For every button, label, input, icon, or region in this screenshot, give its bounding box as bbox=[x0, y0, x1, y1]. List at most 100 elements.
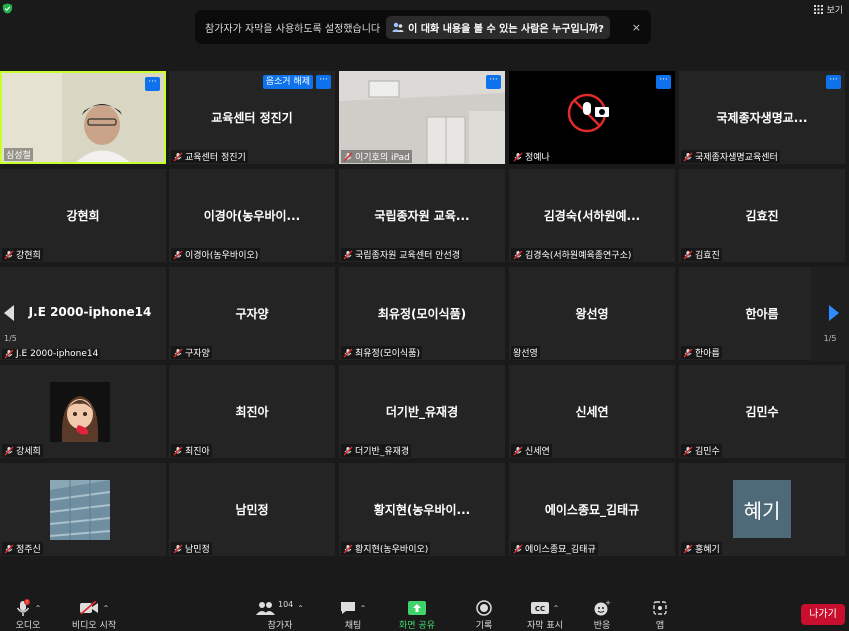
participant-display-name: 최유정(모이식품) bbox=[377, 307, 467, 321]
avatar-image bbox=[50, 382, 110, 442]
participant-display-name: 국제종자생명교... bbox=[716, 111, 808, 125]
participant-tile-video[interactable]: ··· 심성철 bbox=[0, 71, 166, 164]
participant-tile[interactable]: 김경숙(서하원예... 김경숙(서하원예육종연구소) bbox=[509, 169, 675, 262]
participants-button[interactable]: 104 ⌃ 참가자 bbox=[250, 598, 310, 631]
participant-display-name: 교육센터 정진기 bbox=[211, 111, 293, 125]
participant-display-name: 구자양 bbox=[235, 307, 269, 321]
caret-up-icon[interactable]: ⌃ bbox=[360, 604, 367, 613]
participant-name: 왕선영 bbox=[513, 349, 538, 359]
mic-icon: ! bbox=[16, 599, 30, 616]
start-video-button[interactable]: ⌃ 비디오 시작 bbox=[66, 598, 122, 631]
participant-display-name: 신세연 bbox=[575, 405, 609, 419]
people-icon bbox=[392, 22, 404, 32]
participant-name-label: 이기호의 iPad bbox=[341, 150, 412, 163]
shield-icon[interactable] bbox=[2, 3, 13, 14]
top-bar: 보기 참가자가 자막을 사용하도록 설정했습니다 이 대화 내용을 볼 수 있는… bbox=[0, 0, 849, 60]
participant-name-label: 교육센터 정진기 bbox=[171, 150, 248, 163]
mic-muted-icon bbox=[343, 446, 353, 455]
participant-display-name: 강현희 bbox=[66, 209, 100, 223]
record-icon bbox=[476, 600, 492, 616]
caret-up-icon[interactable]: ⌃ bbox=[103, 604, 110, 613]
more-options-button[interactable]: ··· bbox=[656, 75, 671, 89]
participant-tile[interactable]: 국립종자원 교육... 국립종자원 교육센터 안선경 bbox=[339, 169, 505, 262]
apps-button[interactable]: 앱 bbox=[648, 598, 672, 631]
participant-name-label: 왕선영 bbox=[511, 346, 540, 359]
unmute-button[interactable]: 음소거 해제 bbox=[262, 75, 313, 89]
participant-tile[interactable]: 강세희 bbox=[0, 365, 166, 458]
view-label: 보기 bbox=[826, 6, 843, 16]
participant-name-label: 더기반_유재경 bbox=[341, 444, 412, 457]
leave-button[interactable]: 나가기 bbox=[801, 604, 845, 625]
mic-muted-icon bbox=[343, 348, 353, 357]
mic-muted-icon bbox=[173, 544, 183, 553]
participant-tile[interactable]: 혜기 홍혜기 bbox=[679, 463, 845, 556]
avatar-initials-text: 혜기 bbox=[743, 498, 781, 523]
mic-muted-icon bbox=[513, 250, 523, 259]
record-button[interactable]: 기록 bbox=[466, 598, 502, 631]
participant-tile[interactable]: ··· 정예나 bbox=[509, 71, 675, 164]
participant-tile[interactable]: 최진아 최진아 bbox=[169, 365, 335, 458]
participant-tile[interactable]: 구자양 구자양 bbox=[169, 267, 335, 360]
more-options-button[interactable]: ··· bbox=[486, 75, 501, 89]
mic-muted-icon bbox=[173, 250, 183, 259]
audio-label: 오디오 bbox=[15, 621, 41, 631]
mic-muted-icon bbox=[4, 250, 14, 259]
participant-name-label: 김민수 bbox=[681, 444, 722, 457]
participant-tile[interactable]: 김민수 김민수 bbox=[679, 365, 845, 458]
caption-notice-banner: 참가자가 자막을 사용하도록 설정했습니다 이 대화 내용을 볼 수 있는 사람… bbox=[195, 10, 651, 44]
participant-tile[interactable]: 왕선영 왕선영 bbox=[509, 267, 675, 360]
participant-tile[interactable]: 에이스종묘_김태규 에이스종묘_김태규 bbox=[509, 463, 675, 556]
participant-name: 김효진 bbox=[695, 251, 720, 261]
prev-page-button[interactable]: 1/5 bbox=[0, 267, 38, 361]
reactions-button[interactable]: + 반응 bbox=[588, 598, 616, 631]
participant-tile[interactable]: 음소거 해제 ··· 교육센터 정진기 교육센터 정진기 bbox=[169, 71, 335, 164]
participant-name: 김민수 bbox=[695, 447, 720, 457]
close-banner-button[interactable]: × bbox=[632, 21, 641, 34]
audio-button[interactable]: ! ⌃ 오디오 bbox=[8, 598, 48, 631]
participant-tile[interactable]: 최유정(모이식품) 최유정(모이식품) bbox=[339, 267, 505, 360]
participant-tile-video[interactable]: ··· 이기호의 iPad bbox=[339, 71, 505, 164]
reaction-smiley-icon: + bbox=[594, 600, 611, 616]
participant-display-name: 김경숙(서하원예... bbox=[543, 209, 641, 223]
svg-text:CC: CC bbox=[535, 605, 545, 613]
participant-name: 정주신 bbox=[16, 545, 41, 555]
mic-muted-icon bbox=[683, 152, 693, 161]
chat-button[interactable]: ⌃ 채팅 bbox=[333, 598, 373, 631]
chevron-right-icon bbox=[829, 305, 839, 321]
participant-name-label: 강세희 bbox=[2, 444, 43, 457]
participant-name: 신세연 bbox=[525, 447, 550, 457]
participant-tile[interactable]: 신세연 신세연 bbox=[509, 365, 675, 458]
share-screen-button[interactable]: 화면 공유 bbox=[394, 598, 440, 631]
more-options-button[interactable]: ··· bbox=[316, 75, 331, 89]
caret-up-icon[interactable]: ⌃ bbox=[297, 604, 304, 613]
participant-name-label: 정예나 bbox=[511, 150, 552, 163]
participant-tile[interactable]: 정주신 bbox=[0, 463, 166, 556]
mic-muted-icon bbox=[513, 544, 523, 553]
participant-tile[interactable]: 더기반_유재경 더기반_유재경 bbox=[339, 365, 505, 458]
participant-tile[interactable]: ··· 국제종자생명교... 국제종자생명교육센터 bbox=[679, 71, 845, 164]
mic-muted-icon bbox=[4, 446, 14, 455]
participant-tile[interactable]: 김효진 김효진 bbox=[679, 169, 845, 262]
chat-label: 채팅 bbox=[344, 621, 362, 631]
more-options-button[interactable]: ··· bbox=[145, 77, 160, 91]
no-camera-permission-icon bbox=[567, 93, 609, 133]
mic-muted-icon bbox=[683, 446, 693, 455]
who-can-see-label: 이 대화 내용을 볼 수 있는 사람은 누구입니까? bbox=[408, 23, 604, 35]
who-can-see-button[interactable]: 이 대화 내용을 볼 수 있는 사람은 누구입니까? bbox=[386, 15, 610, 39]
participant-name-label: 김효진 bbox=[681, 248, 722, 261]
participant-tile[interactable]: 황지현(농우바이... 황지현(농우바이오) bbox=[339, 463, 505, 556]
participant-name: 강현희 bbox=[16, 251, 41, 261]
participant-tile[interactable]: 이경아(농우바이... 이경아(농우바이오) bbox=[169, 169, 335, 262]
reactions-label: 반응 bbox=[593, 621, 611, 631]
page-indicator: 1/5 bbox=[4, 334, 17, 343]
caret-up-icon[interactable]: ⌃ bbox=[35, 604, 42, 613]
caret-up-icon[interactable]: ⌃ bbox=[553, 604, 560, 613]
participant-tile[interactable]: 남민정 남민정 bbox=[169, 463, 335, 556]
next-page-button[interactable]: 1/5 bbox=[811, 267, 849, 361]
participant-name: 교육센터 정진기 bbox=[185, 153, 246, 163]
caption-message: 참가자가 자막을 사용하도록 설정했습니다 bbox=[205, 23, 381, 35]
participant-tile[interactable]: 강현희 강현희 bbox=[0, 169, 166, 262]
view-button[interactable]: 보기 bbox=[814, 3, 843, 16]
more-options-button[interactable]: ··· bbox=[826, 75, 841, 89]
show-captions-button[interactable]: CC ⌃ 자막 표시 bbox=[521, 598, 569, 631]
